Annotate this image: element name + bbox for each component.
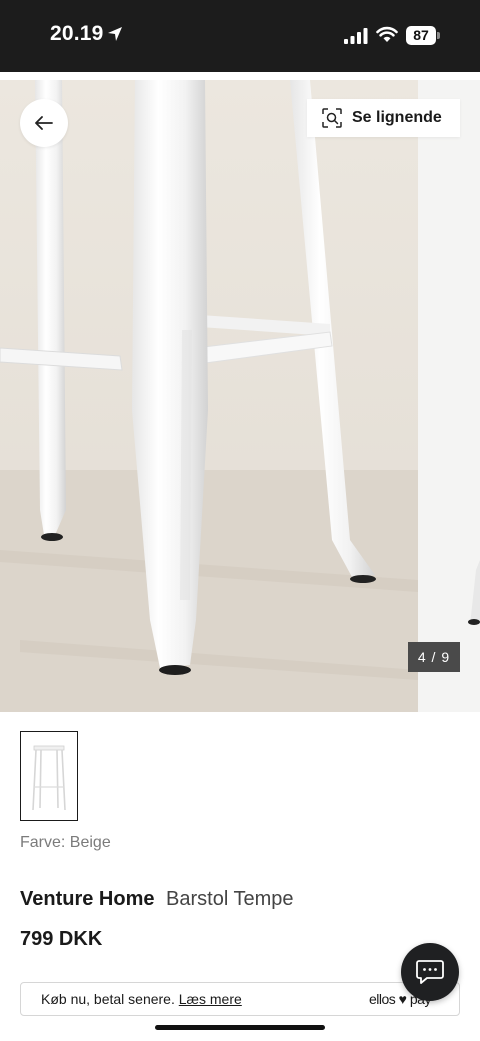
chat-bubble-icon <box>416 960 444 984</box>
product-name: Barstol Tempe <box>166 888 294 910</box>
battery-tip <box>437 32 440 39</box>
chat-button[interactable] <box>401 943 459 1001</box>
see-similar-label: Se lignende <box>352 109 442 126</box>
color-label: Farve: Beige <box>20 834 111 851</box>
color-thumbnail[interactable] <box>20 731 78 821</box>
home-indicator <box>155 1025 325 1030</box>
arrow-left-icon <box>35 116 53 130</box>
wifi-icon <box>376 26 398 42</box>
see-similar-button[interactable]: Se lignende <box>307 99 460 137</box>
brand-name[interactable]: Venture Home <box>20 888 154 910</box>
stool-thumbnail-image <box>32 745 66 811</box>
product-image-gallery[interactable]: Se lignende 4 / 9 <box>0 80 480 712</box>
image-counter: 4 / 9 <box>408 642 460 672</box>
back-button[interactable] <box>20 99 68 147</box>
product-photo <box>0 80 480 712</box>
cellular-signal-icon <box>344 28 368 44</box>
pay-later-banner: Køb nu, betal senere. Læs mere ellos ♥ p… <box>20 982 460 1016</box>
product-price: 799 DKK <box>20 928 103 950</box>
pay-later-text: Køb nu, betal senere. Læs mere <box>41 991 242 1007</box>
status-bar: 20.19 87 <box>0 0 480 72</box>
location-arrow-icon <box>108 27 122 41</box>
battery-icon: 87 <box>406 26 436 45</box>
read-more-link[interactable]: Læs mere <box>179 991 242 1007</box>
status-time: 20.19 <box>50 22 104 45</box>
product-title: Venture Home Barstol Tempe <box>20 888 294 911</box>
pay-later-message: Køb nu, betal senere. <box>41 991 175 1007</box>
visual-search-icon <box>322 108 342 128</box>
